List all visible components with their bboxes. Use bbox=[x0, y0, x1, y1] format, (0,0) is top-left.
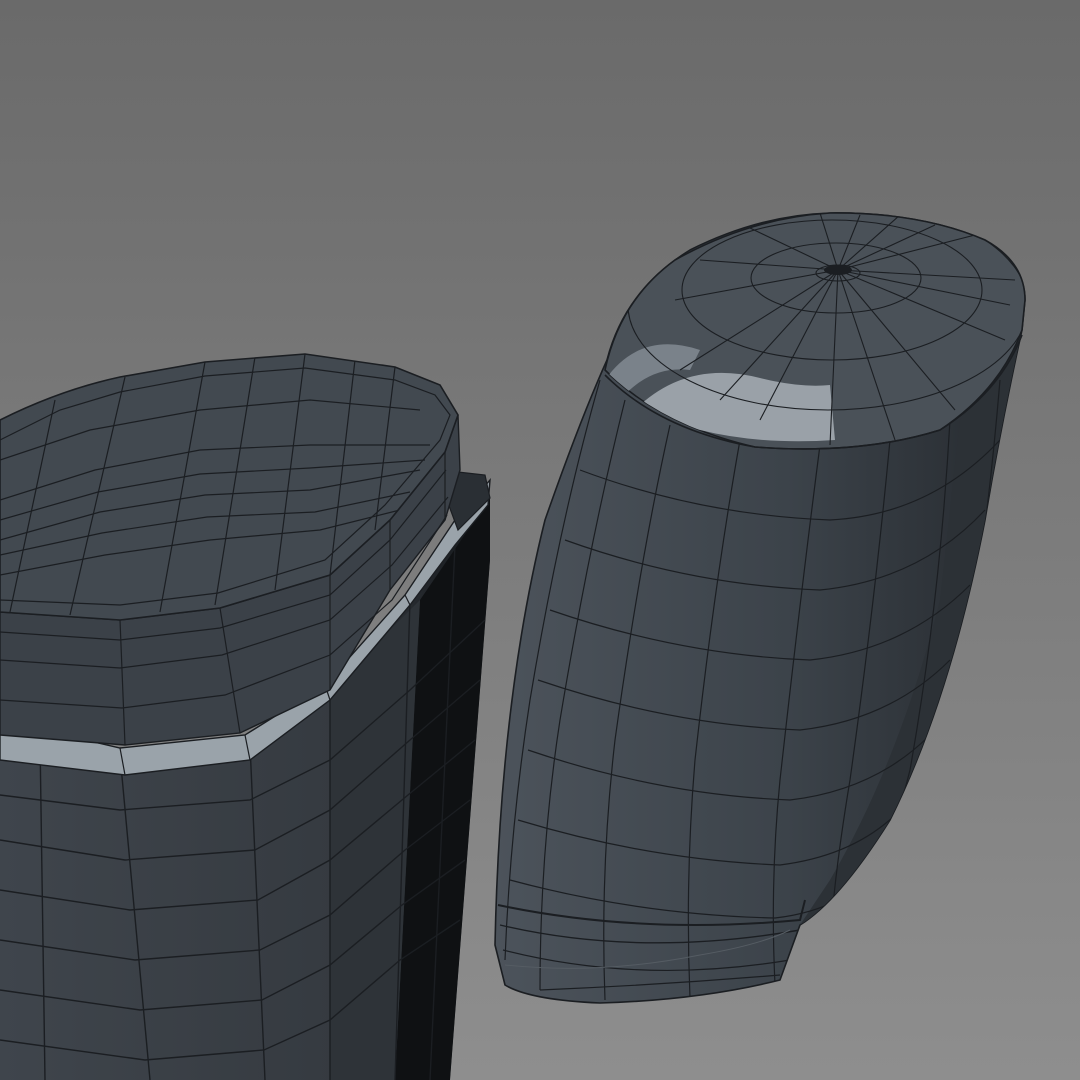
3d-viewport[interactable] bbox=[0, 0, 1080, 1080]
jar-object[interactable] bbox=[0, 353, 491, 1080]
